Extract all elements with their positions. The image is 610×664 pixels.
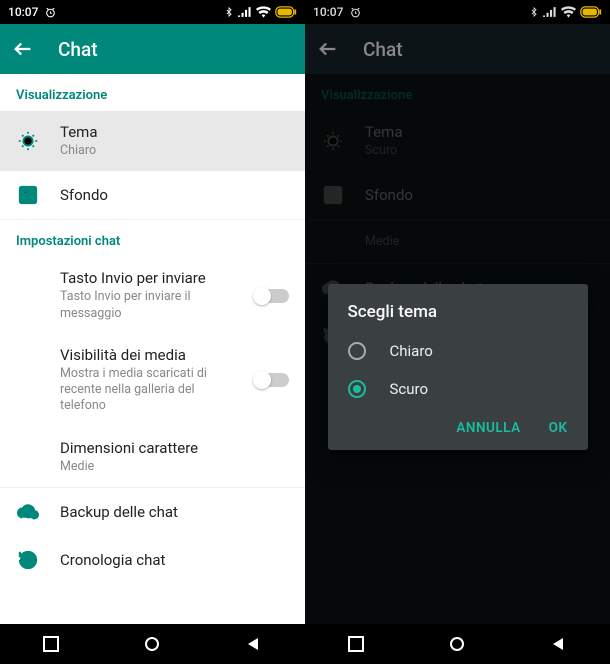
- row-media-sub: Mostra i media scaricati di recente nell…: [60, 366, 235, 415]
- theme-dialog: Scegli tema Chiaro Scuro ANNULLA OK: [328, 284, 588, 450]
- row-history-title: Cronologia chat: [60, 551, 289, 569]
- nav-recent[interactable]: [43, 636, 59, 652]
- dialog-title: Scegli tema: [328, 302, 588, 332]
- phone-light: 10:07 Chat Visualizzazione Tema Chiaro: [0, 0, 305, 664]
- nav-home[interactable]: [449, 636, 465, 652]
- row-enter-send-title: Tasto Invio per inviare: [60, 269, 235, 287]
- side-by-side: 10:07 Chat Visualizzazione Tema Chiaro: [0, 0, 610, 664]
- radio-label-light: Chiaro: [390, 342, 433, 360]
- row-enter-send[interactable]: Tasto Invio per inviare Tasto Invio per …: [0, 257, 305, 334]
- nav-back[interactable]: [551, 636, 567, 652]
- row-wallpaper[interactable]: Sfondo: [0, 171, 305, 219]
- settings-list-dark: Visualizzazione Tema Scuro Sfondo Medie …: [305, 74, 610, 624]
- row-history[interactable]: Cronologia chat: [0, 536, 305, 584]
- radio-icon: [348, 342, 366, 360]
- row-backup[interactable]: Backup delle chat: [0, 488, 305, 536]
- row-backup-title: Backup delle chat: [60, 503, 289, 521]
- radio-option-dark[interactable]: Scuro: [328, 370, 588, 408]
- row-enter-send-sub: Tasto Invio per inviare il messaggio: [60, 289, 235, 322]
- signal-icon: [543, 6, 557, 18]
- alarm-icon: [44, 6, 57, 19]
- row-font-title: Dimensioni carattere: [60, 439, 289, 457]
- wifi-icon: [256, 6, 271, 18]
- back-icon[interactable]: [317, 38, 339, 60]
- dialog-overlay[interactable]: Scegli tema Chiaro Scuro ANNULLA OK: [305, 74, 610, 624]
- radio-icon-checked: [348, 380, 366, 398]
- app-bar: Chat: [305, 24, 610, 74]
- row-font-sub: Medie: [60, 459, 289, 475]
- status-bar: 10:07: [305, 0, 610, 24]
- battery-icon: [580, 6, 602, 18]
- section-chat-settings: Impostazioni chat: [0, 220, 305, 257]
- cloud-upload-icon: [16, 500, 40, 524]
- row-font-size[interactable]: Dimensioni carattere Medie: [0, 427, 305, 487]
- back-icon[interactable]: [12, 38, 34, 60]
- wallpaper-icon: [16, 183, 40, 207]
- status-bar: 10:07: [0, 0, 305, 24]
- alarm-icon: [349, 6, 362, 19]
- status-time: 10:07: [313, 5, 343, 19]
- section-visualization: Visualizzazione: [0, 74, 305, 111]
- radio-option-light[interactable]: Chiaro: [328, 332, 588, 370]
- row-media-title: Visibilità dei media: [60, 346, 235, 364]
- status-time: 10:07: [8, 5, 38, 19]
- row-theme-title: Tema: [60, 123, 289, 141]
- battery-icon: [275, 6, 297, 18]
- bluetooth-icon: [529, 6, 539, 18]
- wifi-icon: [561, 6, 576, 18]
- nav-bar: [0, 624, 305, 664]
- phone-dark: 10:07 Chat Visualizzazione Tema Scuro: [305, 0, 610, 664]
- nav-bar: [305, 624, 610, 664]
- row-theme-value: Chiaro: [60, 143, 289, 159]
- page-title: Chat: [58, 38, 98, 61]
- row-theme[interactable]: Tema Chiaro: [0, 111, 305, 171]
- nav-back[interactable]: [246, 636, 262, 652]
- signal-icon: [238, 6, 252, 18]
- dialog-actions: ANNULLA OK: [328, 408, 588, 442]
- toggle-media-visibility[interactable]: [255, 373, 289, 387]
- cancel-button[interactable]: ANNULLA: [456, 420, 520, 436]
- nav-home[interactable]: [144, 636, 160, 652]
- history-icon: [16, 548, 40, 572]
- page-title: Chat: [363, 38, 403, 61]
- row-wallpaper-title: Sfondo: [60, 186, 289, 204]
- theme-icon: [16, 129, 40, 153]
- settings-list: Visualizzazione Tema Chiaro Sfondo Impos…: [0, 74, 305, 624]
- toggle-enter-send[interactable]: [255, 289, 289, 303]
- ok-button[interactable]: OK: [549, 420, 568, 436]
- row-media-visibility[interactable]: Visibilità dei media Mostra i media scar…: [0, 334, 305, 427]
- radio-label-dark: Scuro: [390, 380, 429, 398]
- bluetooth-icon: [224, 6, 234, 18]
- app-bar: Chat: [0, 24, 305, 74]
- nav-recent[interactable]: [348, 636, 364, 652]
